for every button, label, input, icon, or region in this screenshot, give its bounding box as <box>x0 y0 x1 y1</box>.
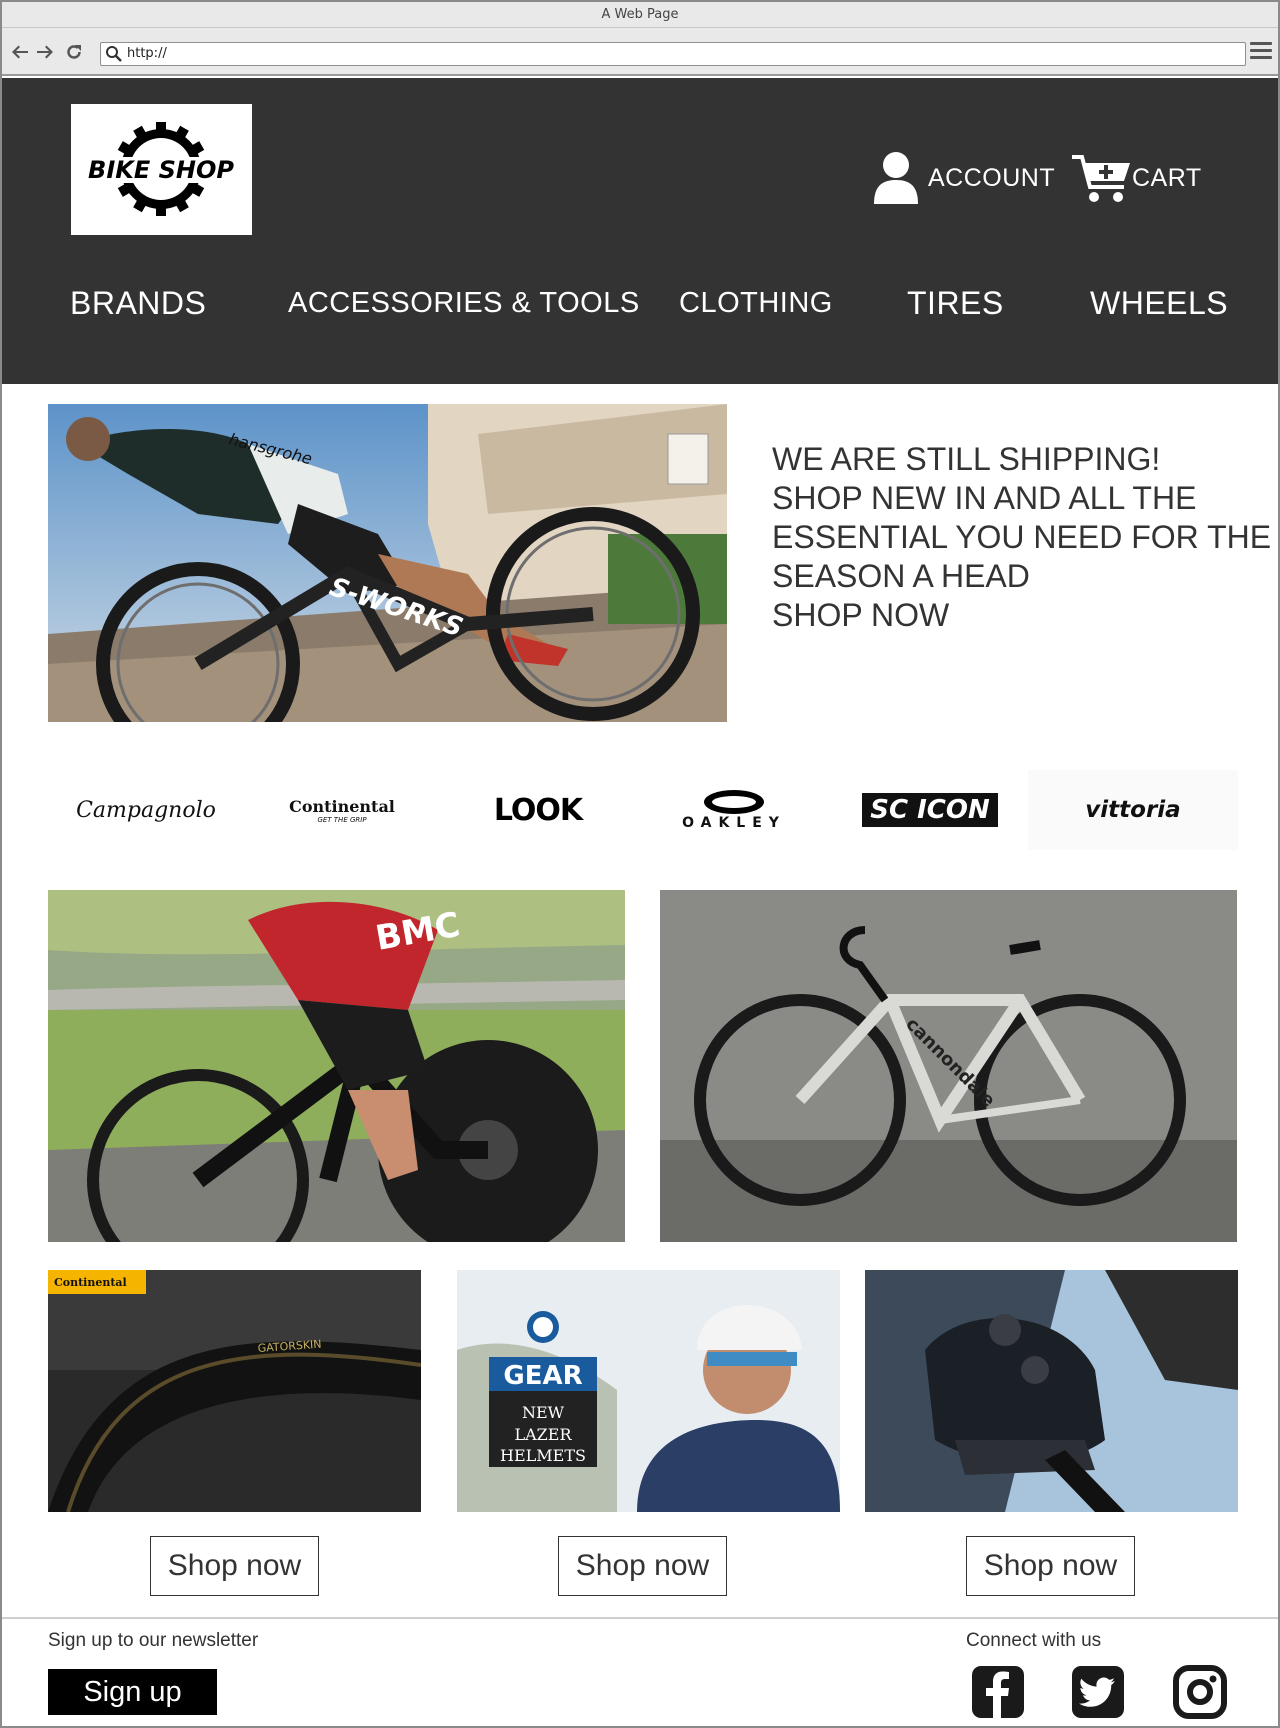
hero-message: WE ARE STILL SHIPPING! SHOP NEW IN AND A… <box>772 440 1272 635</box>
nav-item-brands[interactable]: BRANDS <box>70 273 206 333</box>
nav-item-wheels[interactable]: WHEELS <box>1090 273 1228 333</box>
brand-continental-logo[interactable]: Continental GET THE GRIP <box>244 770 440 850</box>
hero-line-2: SHOP NEW IN AND ALL THE <box>772 480 1197 516</box>
shop-now-helmets-button[interactable]: Shop now <box>558 1536 727 1596</box>
product-tire-image[interactable]: Continental GATORSKIN <box>48 1270 421 1512</box>
browser-window: A Web Page http:// BIKE SHOP ACCOUNT CAR… <box>0 0 1280 1728</box>
main-nav: BRANDS ACCESSORIES & TOOLS CLOTHING TIRE… <box>2 273 1278 333</box>
hero-line-1: WE ARE STILL SHIPPING! <box>772 441 1161 477</box>
brand-campagnolo-logo[interactable]: Campagnolo <box>48 770 244 850</box>
bike-shop-logo[interactable]: BIKE SHOP <box>71 104 252 235</box>
account-label: ACCOUNT <box>928 163 1056 192</box>
instagram-icon[interactable] <box>1172 1664 1228 1720</box>
feature-cannondale-bike-image[interactable]: cannondale <box>660 890 1237 1242</box>
shop-now-tires-button[interactable]: Shop now <box>150 1536 319 1596</box>
footer-divider <box>2 1617 1278 1619</box>
nav-item-tires[interactable]: TIRES <box>907 273 1004 333</box>
address-bar[interactable]: http:// <box>100 42 1246 66</box>
nav-item-clothing[interactable]: CLOTHING <box>679 273 833 333</box>
connect-label: Connect with us <box>966 1630 1102 1651</box>
facebook-icon[interactable] <box>970 1664 1026 1720</box>
hero-line-3: ESSENTIAL YOU NEED FOR THE <box>772 519 1272 555</box>
twitter-icon[interactable] <box>1070 1664 1126 1720</box>
product-helmet-line-3: HELMETS <box>500 1446 586 1465</box>
brand-oakley-logo[interactable]: OAKLEY <box>636 770 832 850</box>
nav-item-accessories-tools[interactable]: ACCESSORIES & TOOLS <box>288 273 640 333</box>
site-header: BIKE SHOP ACCOUNT CART BRANDS ACCESSORIE… <box>2 78 1278 384</box>
search-icon <box>106 46 122 62</box>
logo-text: BIKE SHOP <box>88 156 234 184</box>
forward-arrow-icon[interactable] <box>35 42 55 62</box>
hero-cyclist-image[interactable]: hansgrohe S-WORKS <box>48 404 727 722</box>
product-helmet-image[interactable]: GEAR NEW LAZER HELMETS <box>457 1270 840 1512</box>
brand-strip: Campagnolo Continental GET THE GRIP LOOK… <box>48 770 1238 850</box>
product-helmet-line-1: NEW <box>522 1403 565 1422</box>
brand-vittoria-logo[interactable]: vittoria <box>1028 770 1238 850</box>
hamburger-menu-icon[interactable] <box>1250 42 1272 62</box>
product-tire-badge: Continental <box>54 1276 127 1289</box>
shop-now-shoes-button[interactable]: Shop now <box>966 1536 1135 1596</box>
account-link[interactable]: ACCOUNT <box>872 150 1055 206</box>
product-helmet-line-2: LAZER <box>514 1425 572 1444</box>
hero-shop-now-link[interactable]: SHOP NOW <box>772 596 1242 635</box>
reload-icon[interactable] <box>64 42 84 62</box>
cart-link[interactable]: CART <box>1070 150 1202 206</box>
cart-label: CART <box>1132 163 1202 192</box>
product-shoe-image[interactable] <box>865 1270 1238 1512</box>
window-title: A Web Page <box>2 2 1278 28</box>
cart-add-icon <box>1072 155 1130 202</box>
browser-toolbar: http:// <box>2 28 1278 76</box>
signup-button[interactable]: Sign up <box>48 1669 217 1715</box>
product-helmet-gear: GEAR <box>503 1361 582 1391</box>
newsletter-label: Sign up to our newsletter <box>48 1630 259 1651</box>
url-text: http:// <box>127 46 167 61</box>
brand-scicon-logo[interactable]: SC ICON <box>832 770 1028 850</box>
user-icon <box>874 152 918 204</box>
brand-look-logo[interactable]: LOOK <box>440 770 636 850</box>
back-arrow-icon[interactable] <box>10 42 30 62</box>
feature-bmc-rider-image[interactable]: BMC <box>48 890 625 1242</box>
hero-line-4: SEASON A HEAD <box>772 558 1030 594</box>
